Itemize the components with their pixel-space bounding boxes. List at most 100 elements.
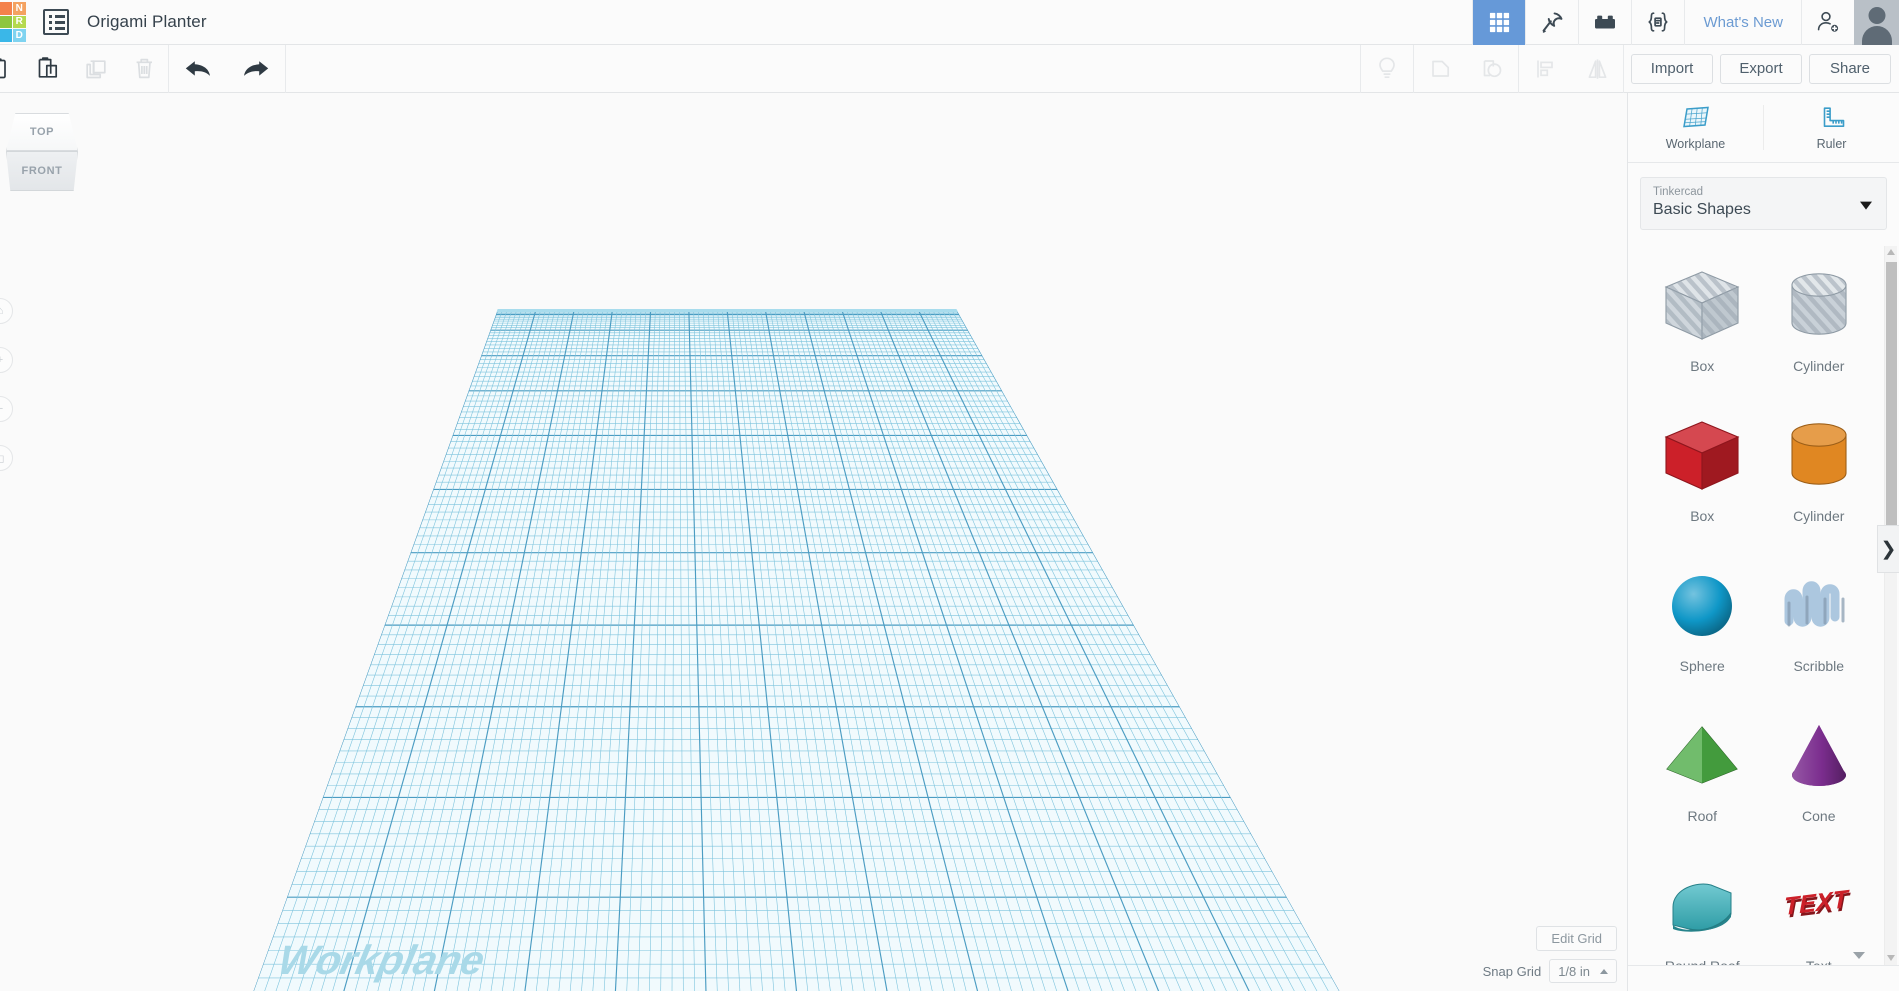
shape-item-box[interactable]: Box xyxy=(1644,404,1761,544)
code-blocks-icon[interactable] xyxy=(1631,0,1684,45)
ruler-tool[interactable]: Ruler xyxy=(1764,93,1899,162)
shape-item-box[interactable]: Box xyxy=(1644,254,1761,394)
zoom-in-button[interactable]: + xyxy=(0,347,13,373)
shape-item-text[interactable]: TEXT TEXT Text xyxy=(1761,854,1878,965)
toolbar-divider xyxy=(285,44,286,93)
group-button[interactable] xyxy=(1414,45,1466,93)
mirror-button[interactable] xyxy=(1571,45,1623,93)
lego-brick-icon[interactable] xyxy=(1578,0,1631,45)
grid-controls: Edit Grid Snap Grid 1/8 in xyxy=(1483,926,1617,983)
shape-thumbnail-icon xyxy=(1776,554,1862,658)
panel-collapse-button[interactable]: ❯ xyxy=(1877,525,1899,573)
viewport-3d[interactable]: TOP FRONT ⌂ + − ◻ xyxy=(0,93,1627,991)
scroll-down-arrow-icon[interactable] xyxy=(1887,955,1895,961)
shape-label: Box xyxy=(1690,358,1715,374)
panel-footer xyxy=(1628,952,1899,991)
shape-label: Text xyxy=(1806,958,1832,965)
chevron-up-icon xyxy=(1600,968,1608,974)
shape-label: Cylinder xyxy=(1793,508,1845,524)
snap-grid-label: Snap Grid xyxy=(1482,963,1542,979)
ungroup-button[interactable] xyxy=(1466,45,1518,93)
shape-label: Roof xyxy=(1687,808,1718,824)
workplane-tool[interactable]: Workplane xyxy=(1628,93,1763,162)
whats-new-link[interactable]: What's New xyxy=(1684,0,1801,45)
shapes-scrollbar[interactable] xyxy=(1884,246,1897,965)
shape-thumbnail-icon xyxy=(1776,404,1862,508)
shape-label: Sphere xyxy=(1679,658,1725,674)
shape-label: Round Roof xyxy=(1665,958,1740,965)
workplane[interactable]: Workplane xyxy=(248,309,1348,991)
shape-item-sphere[interactable]: Sphere xyxy=(1644,554,1761,694)
tinkercad-editor: N R D Origami Planter What's New Import … xyxy=(0,0,1899,991)
duplicate-button[interactable] xyxy=(72,45,120,93)
ruler-tool-label: Ruler xyxy=(1816,136,1847,151)
view-cube-front-face[interactable]: FRONT xyxy=(6,151,78,191)
chevron-down-icon[interactable] xyxy=(1853,952,1865,959)
view-cube[interactable]: TOP FRONT xyxy=(6,113,78,191)
shape-item-cylinder[interactable]: Cylinder xyxy=(1761,404,1878,544)
shape-thumbnail-icon xyxy=(1659,704,1745,808)
logo-cell: D xyxy=(12,29,26,42)
logo-cell xyxy=(0,2,12,15)
clipboard-group xyxy=(0,45,168,93)
top-bar-right-group: What's New xyxy=(1472,0,1899,45)
category-kicker: Tinkercad xyxy=(1653,186,1704,198)
share-button[interactable]: Share xyxy=(1809,53,1891,84)
shape-label: Cylinder xyxy=(1793,358,1845,374)
snap-grid-row: Snap Grid 1/8 in xyxy=(1483,959,1617,983)
redo-button[interactable] xyxy=(227,45,285,93)
paste-button[interactable] xyxy=(24,45,72,93)
page-title: Origami Planter xyxy=(87,12,207,31)
shape-label: Scribble xyxy=(1793,658,1845,674)
shape-thumbnail-icon xyxy=(1659,854,1745,958)
logo-cell xyxy=(0,15,12,29)
shape-item-cylinder[interactable]: Cylinder xyxy=(1761,254,1878,394)
shape-item-scribble[interactable]: Scribble xyxy=(1761,554,1878,694)
zoom-out-button[interactable]: − xyxy=(0,396,13,422)
blocks-view-icon[interactable] xyxy=(1472,0,1526,45)
shape-thumbnail-icon xyxy=(1659,404,1745,508)
pickaxe-icon[interactable] xyxy=(1525,0,1578,45)
shape-thumbnail-icon xyxy=(1776,704,1862,808)
shape-thumbnail-icon: TEXT TEXT xyxy=(1776,854,1862,958)
shape-item-cone[interactable]: Cone xyxy=(1761,704,1878,844)
panel-tool-row: Workplane Ruler xyxy=(1628,93,1899,163)
add-person-icon[interactable] xyxy=(1801,0,1854,45)
edit-grid-button[interactable]: Edit Grid xyxy=(1536,926,1617,951)
logo-cell: N xyxy=(12,2,26,15)
logo-cell xyxy=(0,29,12,42)
top-bar: N R D Origami Planter What's New xyxy=(0,0,1899,45)
undo-button[interactable] xyxy=(169,45,227,93)
view-nav-buttons: ⌂ + − ◻ xyxy=(0,298,13,494)
view-cube-top-face[interactable]: TOP xyxy=(6,113,78,151)
notes-button[interactable] xyxy=(1361,45,1413,93)
hamburger-list-icon[interactable] xyxy=(43,9,69,35)
snap-grid-select[interactable]: 1/8 in xyxy=(1549,959,1617,983)
workplane-tool-label: Workplane xyxy=(1665,136,1726,151)
tinkercad-logo[interactable]: N R D xyxy=(0,1,27,43)
avatar[interactable] xyxy=(1854,0,1899,45)
shapes-scroll-area[interactable]: Box Cylinder Box Cylinder Sphere Scribbl… xyxy=(1628,246,1899,965)
shape-item-roof[interactable]: Roof xyxy=(1644,704,1761,844)
edit-toolbar: Import Export Share xyxy=(0,44,1899,93)
workplane-border xyxy=(248,309,1348,991)
history-group xyxy=(169,45,285,93)
align-button[interactable] xyxy=(1519,45,1571,93)
import-button[interactable]: Import xyxy=(1631,53,1713,84)
orbit-button[interactable]: ◻ xyxy=(0,445,13,471)
shape-label: Box xyxy=(1690,508,1715,524)
toolbar-right-group: Import Export Share xyxy=(1360,44,1899,93)
shape-category-select[interactable]: Tinkercad Basic Shapes xyxy=(1640,177,1887,230)
export-button[interactable]: Export xyxy=(1720,53,1802,84)
shape-thumbnail-icon xyxy=(1659,554,1745,658)
shape-thumbnail-icon xyxy=(1776,254,1862,358)
shape-item-round-roof[interactable]: Round Roof xyxy=(1644,854,1761,965)
chevron-down-icon xyxy=(1860,201,1872,210)
delete-button[interactable] xyxy=(120,45,168,93)
copy-button[interactable] xyxy=(0,45,24,93)
scroll-up-arrow-icon[interactable] xyxy=(1887,249,1895,255)
shape-label: Cone xyxy=(1802,808,1836,824)
fit-view-button[interactable]: ⌂ xyxy=(0,298,13,324)
shapes-panel: Workplane Ruler Tinkercad Basic Shapes B… xyxy=(1627,93,1899,991)
shapes-grid: Box Cylinder Box Cylinder Sphere Scribbl… xyxy=(1628,246,1899,965)
